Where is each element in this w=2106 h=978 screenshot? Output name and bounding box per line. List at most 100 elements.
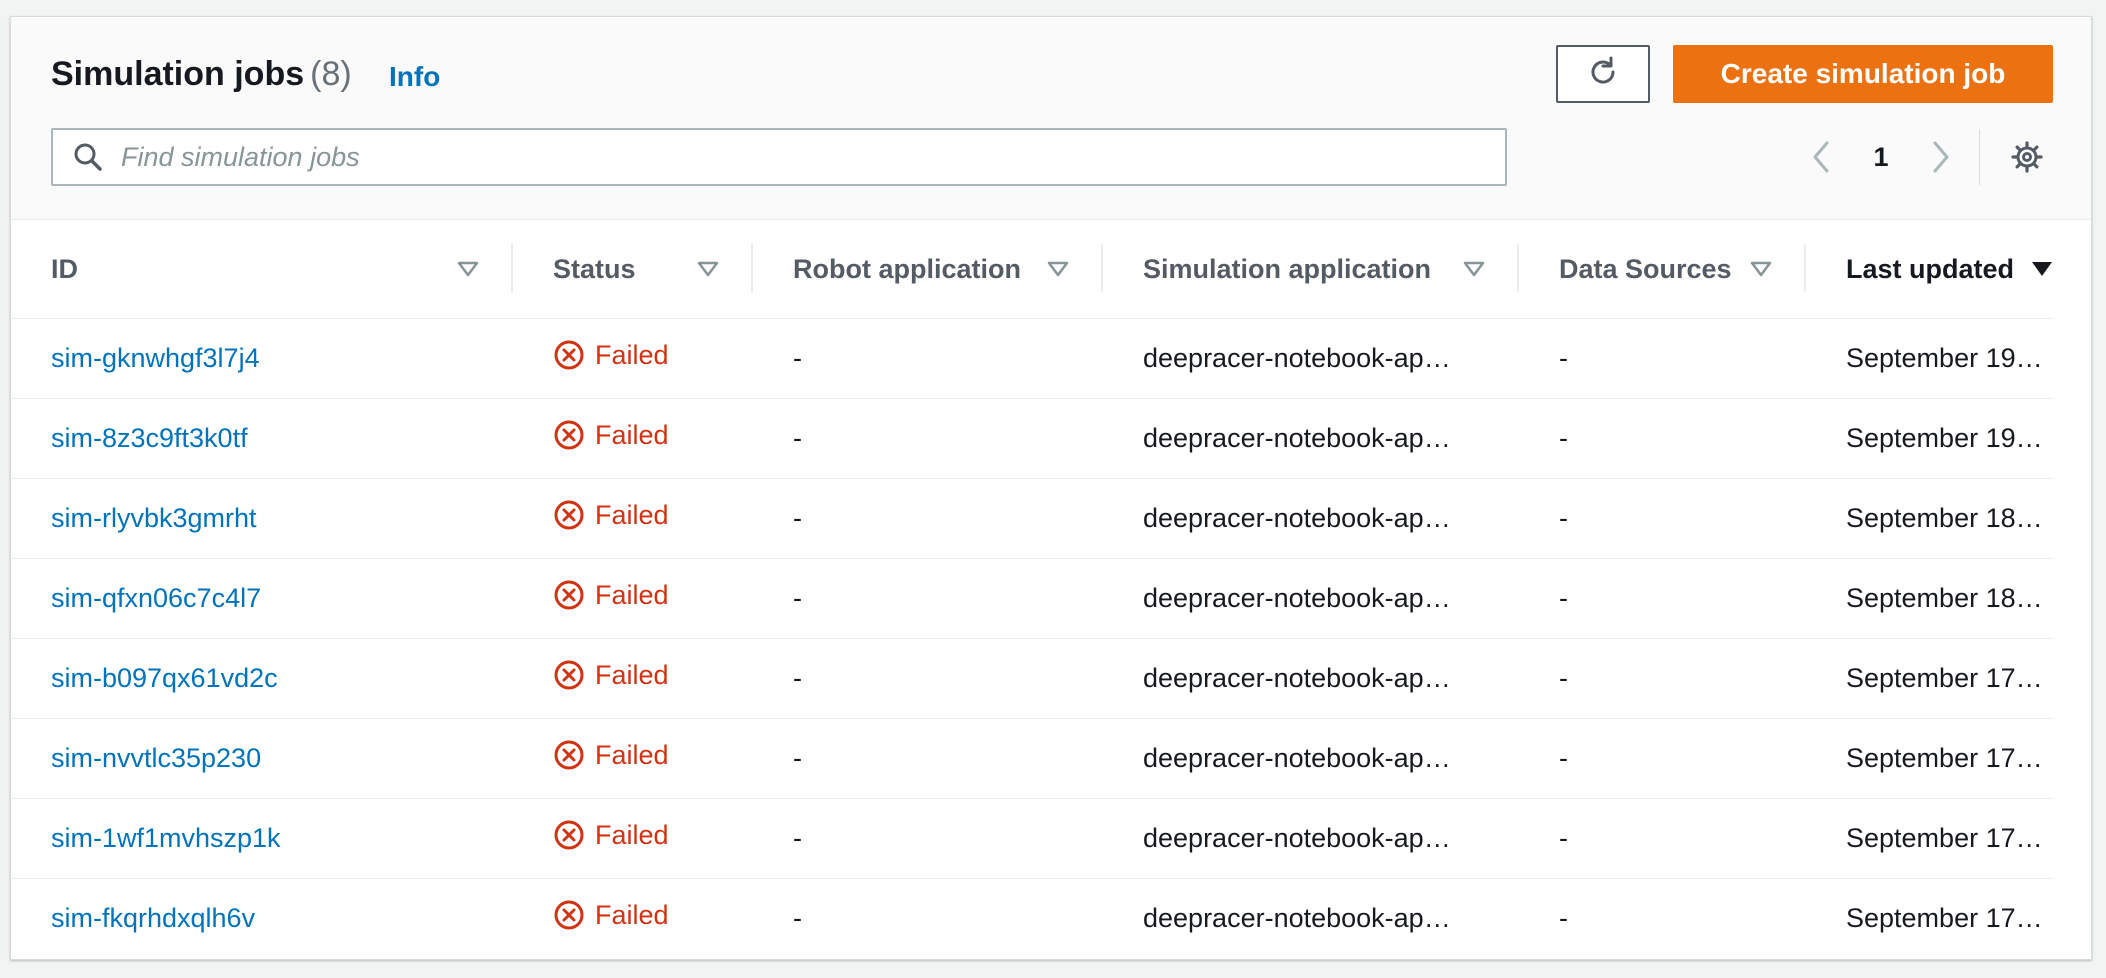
job-id-link[interactable]: sim-qfxn06c7c4l7 xyxy=(51,583,261,613)
cell-status: Failed xyxy=(513,478,753,559)
caret-down-icon xyxy=(1750,261,1772,277)
cell-simulation-application: deepracer-notebook-ap… xyxy=(1103,798,1519,879)
cell-simulation-application: deepracer-notebook-ap… xyxy=(1103,638,1519,719)
status-indicator: Failed xyxy=(553,739,669,771)
error-circle-icon xyxy=(554,820,584,850)
cell-id: sim-fkqrhdxqlh6v xyxy=(11,879,513,959)
cell-last-updated: September 17… xyxy=(1806,798,2053,879)
cell-data-sources: - xyxy=(1559,903,1568,933)
cell-id: sim-gknwhgf3l7j4 xyxy=(11,318,513,399)
table-row: sim-1wf1mvhszp1k Failed - deepracer-noteboo… xyxy=(11,798,2053,879)
column-header-status[interactable]: Status xyxy=(513,220,753,319)
status-text: Failed xyxy=(595,659,669,690)
search-icon xyxy=(71,140,105,174)
cell-status: Failed xyxy=(513,558,753,639)
cell-id: sim-rlyvbk3gmrht xyxy=(11,478,513,559)
status-text: Failed xyxy=(595,419,669,450)
column-header-id[interactable]: ID xyxy=(11,220,513,319)
cell-last-updated: September 17… xyxy=(1806,638,2053,719)
status-indicator: Failed xyxy=(553,419,669,451)
cell-status: Failed xyxy=(513,318,753,399)
cell-robot-application: - xyxy=(753,638,1103,719)
error-circle-icon xyxy=(554,740,584,770)
table-body: sim-gknwhgf3l7j4 Failed - deepracer-noteboo… xyxy=(11,318,2053,959)
cell-last-updated: September 19… xyxy=(1806,398,2053,479)
table-row: sim-fkqrhdxqlh6v Failed - deepracer-noteboo… xyxy=(11,879,2053,959)
cell-last-updated: September 17… xyxy=(1846,903,2043,933)
cell-robot-application: - xyxy=(753,318,1103,399)
cell-simulation-application: deepracer-notebook-ap… xyxy=(1103,318,1519,399)
status-text: Failed xyxy=(595,899,669,930)
page-title-text: Simulation jobs xyxy=(51,55,305,93)
table-header-row: ID Status Robot application Simulation a… xyxy=(11,220,2053,319)
cell-data-sources: - xyxy=(1519,798,1806,879)
job-id-link[interactable]: sim-fkqrhdxqlh6v xyxy=(51,903,255,933)
status-indicator: Failed xyxy=(553,659,669,691)
search-box xyxy=(51,128,1507,186)
status-text: Failed xyxy=(595,339,669,370)
status-text: Failed xyxy=(595,499,669,530)
search-input[interactable] xyxy=(119,129,1505,185)
info-link[interactable]: Info xyxy=(389,61,440,93)
status-text: Failed xyxy=(595,739,669,770)
cell-id: sim-qfxn06c7c4l7 xyxy=(11,558,513,639)
cell-status: Failed xyxy=(513,718,753,799)
cell-status: Failed xyxy=(513,879,753,959)
next-page-button[interactable] xyxy=(1921,135,1961,179)
status-indicator: Failed xyxy=(553,819,669,851)
cell-simulation-application: deepracer-notebook-ap… xyxy=(1143,903,1451,933)
pagination: 1 xyxy=(1801,135,1961,179)
cell-data-sources: - xyxy=(1519,398,1806,479)
column-header-label: ID xyxy=(51,253,78,284)
cell-robot-application: - xyxy=(753,718,1103,799)
cell-data-sources: - xyxy=(1519,318,1806,399)
error-circle-icon xyxy=(554,500,584,530)
job-id-link[interactable]: sim-1wf1mvhszp1k xyxy=(51,823,281,853)
column-header-robot-application[interactable]: Robot application xyxy=(753,220,1103,319)
cell-robot-application: - xyxy=(753,398,1103,479)
cell-status: Failed xyxy=(513,798,753,879)
job-id-link[interactable]: sim-rlyvbk3gmrht xyxy=(51,503,257,533)
caret-down-icon xyxy=(1463,261,1485,277)
status-indicator: Failed xyxy=(553,579,669,611)
job-id-link[interactable]: sim-8z3c9ft3k0tf xyxy=(51,423,248,453)
refresh-icon xyxy=(1586,55,1620,94)
table-row: sim-gknwhgf3l7j4 Failed - deepracer-noteboo… xyxy=(11,318,2053,399)
cell-last-updated: September 18… xyxy=(1806,478,2053,559)
simulation-jobs-panel: Simulation jobs (8) Info Create simulatio… xyxy=(10,16,2092,960)
column-header-label: Last updated xyxy=(1846,253,2015,284)
cell-robot-application: - xyxy=(753,478,1103,559)
cell-last-updated: September 17… xyxy=(1806,718,2053,799)
cell-simulation-application: deepracer-notebook-ap… xyxy=(1103,558,1519,639)
error-circle-icon xyxy=(554,660,584,690)
caret-down-filled-icon xyxy=(2032,262,2052,276)
column-header-simulation-application[interactable]: Simulation application xyxy=(1103,220,1519,319)
table-row: sim-qfxn06c7c4l7 Failed - deepracer-noteboo… xyxy=(11,558,2053,639)
previous-page-button[interactable] xyxy=(1801,135,1841,179)
status-text: Failed xyxy=(595,819,669,850)
job-id-link[interactable]: sim-b097qx61vd2c xyxy=(51,663,278,693)
column-header-last-updated[interactable]: Last updated xyxy=(1806,220,2053,319)
job-id-link[interactable]: sim-nvvtlc35p230 xyxy=(51,743,261,773)
cell-data-sources: - xyxy=(1519,638,1806,719)
cell-status: Failed xyxy=(513,638,753,719)
cell-id: sim-8z3c9ft3k0tf xyxy=(11,398,513,479)
page-title: Simulation jobs (8) xyxy=(51,55,352,94)
job-id-link[interactable]: sim-gknwhgf3l7j4 xyxy=(51,343,260,373)
job-count: (8) xyxy=(310,55,352,93)
cell-simulation-application: deepracer-notebook-ap… xyxy=(1103,478,1519,559)
gear-icon xyxy=(2011,141,2043,173)
cell-simulation-application: deepracer-notebook-ap… xyxy=(1103,398,1519,479)
current-page-number[interactable]: 1 xyxy=(1841,142,1921,173)
cell-id: sim-b097qx61vd2c xyxy=(11,638,513,719)
column-header-data-sources[interactable]: Data Sources xyxy=(1519,220,1806,319)
create-simulation-job-button[interactable]: Create simulation job xyxy=(1673,45,2053,103)
status-text: Failed xyxy=(595,579,669,610)
refresh-button[interactable] xyxy=(1556,45,1650,103)
column-header-label: Robot application xyxy=(793,253,1021,284)
preferences-button[interactable] xyxy=(2005,135,2049,179)
table-row: sim-nvvtlc35p230 Failed - deepracer-noteboo… xyxy=(11,718,2053,799)
status-indicator: Failed xyxy=(553,339,669,371)
error-circle-icon xyxy=(554,420,584,450)
status-indicator: Failed xyxy=(553,499,669,531)
